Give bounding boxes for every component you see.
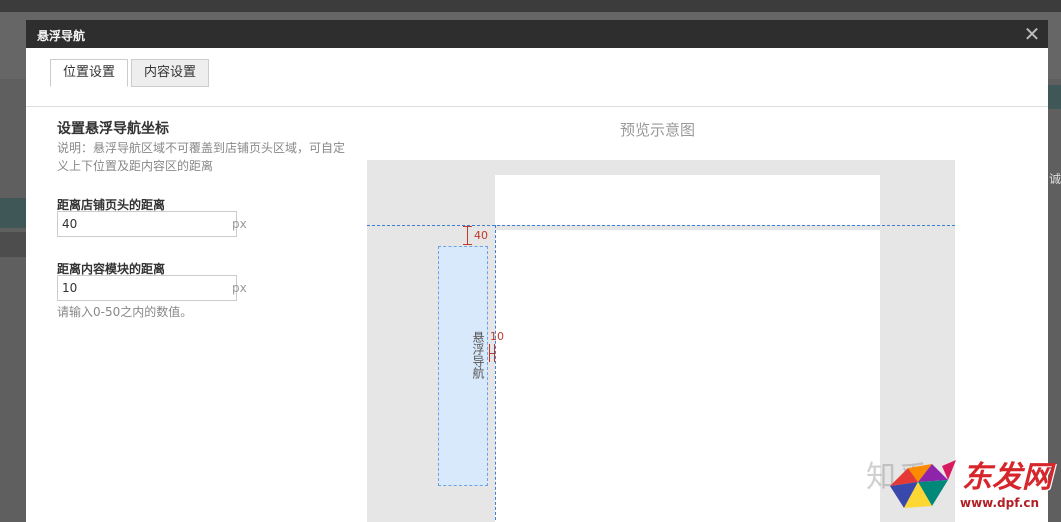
preview-floating-nav-label: 悬浮导航 <box>471 331 485 379</box>
background-right-text: 诚 <box>1049 172 1061 186</box>
preview-content-area <box>495 230 880 522</box>
side-distance-marker-cap-left <box>489 344 490 362</box>
dialog-title: 悬浮导航 <box>37 29 86 43</box>
watermark-logo-icon <box>890 460 956 508</box>
background-right-band <box>1048 85 1061 109</box>
input-range-hint: 请输入0-50之内的数值。 <box>57 305 193 319</box>
form-heading: 设置悬浮导航坐标 <box>57 121 169 137</box>
preview-content-guide-line <box>495 225 496 522</box>
top-distance-marker <box>467 226 468 244</box>
top-distance-marker-cap-top <box>463 226 472 227</box>
side-distance-value: 10 <box>490 330 504 343</box>
tab-bar: 位置设置 内容设置 <box>26 48 1048 107</box>
preview-shop-header <box>495 175 880 225</box>
header-distance-input[interactable]: 40 <box>57 211 237 237</box>
form-note: 说明：悬浮导航区域不可覆盖到店铺页头区域，可自定义上下位置及距内容区的距离 <box>57 141 346 173</box>
content-distance-input[interactable]: 10 <box>57 275 237 301</box>
background-left <box>0 79 26 522</box>
background-topbar <box>0 0 1061 12</box>
header-distance-unit: px <box>232 217 247 231</box>
watermark-url: www.dpf.cn <box>960 496 1040 510</box>
preview-floating-nav: 悬浮导航 <box>438 246 488 486</box>
tab-content-settings[interactable]: 内容设置 <box>131 59 209 87</box>
side-distance-marker-cap-right <box>494 344 495 362</box>
background-left-band2 <box>0 232 26 257</box>
preview-header-guide-line <box>367 225 955 226</box>
content-distance-unit: px <box>232 281 247 295</box>
background-left-band <box>0 198 26 228</box>
dialog-header: 悬浮导航 ✕ <box>26 20 1048 48</box>
preview-title: 预览示意图 <box>620 121 696 139</box>
close-icon[interactable]: ✕ <box>1022 23 1042 45</box>
floating-nav-dialog: 悬浮导航 ✕ 位置设置 内容设置 设置悬浮导航坐标 说明：悬浮导航区域不可覆盖到… <box>26 20 1048 522</box>
watermark-brand: 东发网 <box>962 460 1052 495</box>
top-distance-value: 40 <box>474 229 488 242</box>
top-distance-marker-cap-bottom <box>463 244 472 245</box>
tab-position-settings[interactable]: 位置设置 <box>50 59 128 87</box>
